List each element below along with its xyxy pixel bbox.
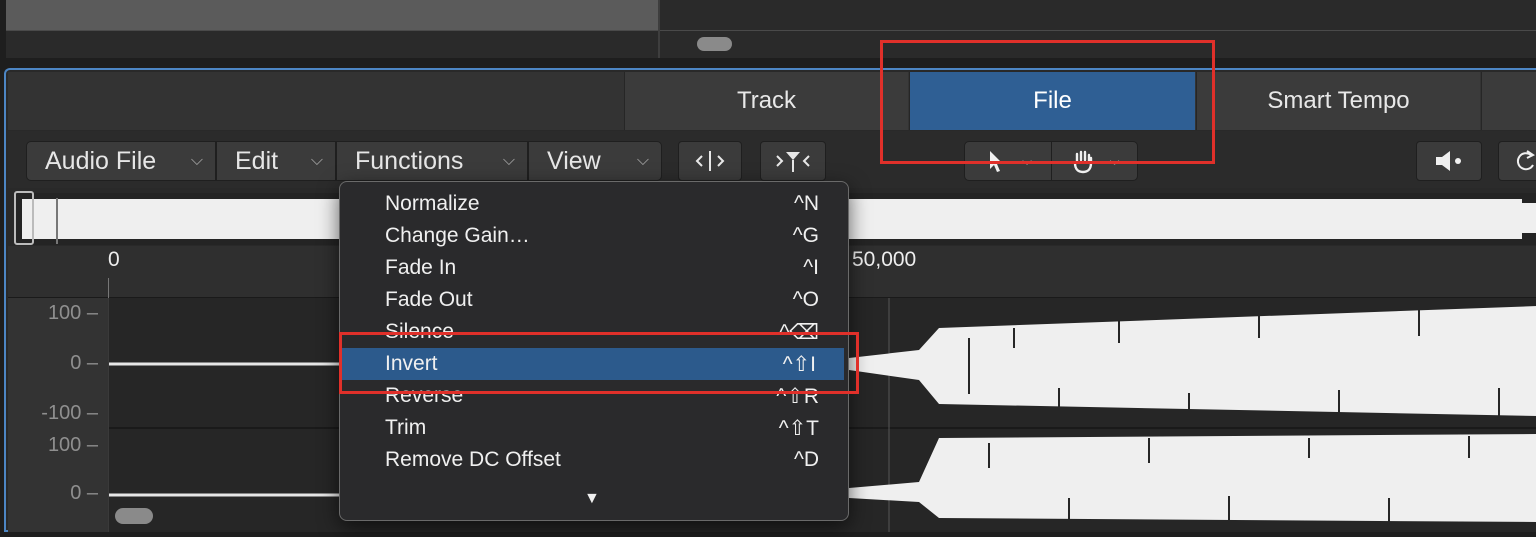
menu-item-label: Trim bbox=[385, 416, 427, 439]
tab-smart-tempo[interactable]: Smart Tempo bbox=[1196, 72, 1480, 130]
playhead-overview bbox=[56, 198, 58, 244]
amp-label: 100 – bbox=[47, 302, 98, 324]
functions-menu[interactable]: Functions ⌵ bbox=[336, 141, 528, 181]
chevron-down-icon: ⌵ bbox=[636, 152, 649, 169]
highlight-box-file-tab bbox=[880, 40, 1215, 164]
menu-item-shortcut: ^I bbox=[803, 256, 819, 279]
menu-item-normalize[interactable]: Normalize ^N bbox=[339, 188, 847, 220]
audio-file-menu[interactable]: Audio File ⌵ bbox=[26, 141, 216, 181]
menu-item-shortcut: ^O bbox=[792, 288, 819, 311]
cycle-icon bbox=[1516, 150, 1535, 171]
highlight-box-invert bbox=[339, 332, 859, 394]
upper-scrollbar[interactable] bbox=[697, 37, 732, 51]
menu-scroll-down-arrow[interactable]: ▼ bbox=[584, 490, 600, 508]
overview-visible-area-handle[interactable] bbox=[14, 191, 34, 245]
ruler-mid-label: 50,000 bbox=[852, 248, 917, 271]
strip-silence-button[interactable] bbox=[760, 141, 826, 181]
amp-label: 0 – bbox=[70, 482, 98, 504]
strip-silence-icon bbox=[776, 152, 810, 172]
edit-menu[interactable]: Edit ⌵ bbox=[216, 141, 336, 181]
menu-item-label: Remove DC Offset bbox=[385, 448, 561, 471]
tab-smart-tempo-label: Smart Tempo bbox=[1267, 87, 1410, 114]
menu-item-remove-dc-offset[interactable]: Remove DC Offset ^D bbox=[339, 444, 847, 476]
menu-item-label: Fade In bbox=[385, 256, 457, 279]
chevron-down-icon: ⌵ bbox=[310, 152, 323, 169]
menu-item-label: Fade Out bbox=[385, 288, 473, 311]
menu-item-fade-out[interactable]: Fade Out ^O bbox=[339, 284, 847, 316]
tab-track-label: Track bbox=[736, 87, 797, 114]
audio-file-menu-label: Audio File bbox=[45, 146, 157, 175]
amp-label: 100 – bbox=[47, 434, 98, 456]
menu-item-fade-in[interactable]: Fade In ^I bbox=[339, 252, 847, 284]
upper-pane-left bbox=[6, 0, 658, 30]
ruler-tick bbox=[108, 278, 109, 298]
menu-item-shortcut: ^G bbox=[792, 224, 819, 247]
split-icon bbox=[695, 151, 725, 171]
upper-pane-right bbox=[660, 0, 1536, 30]
view-menu-label: View bbox=[547, 146, 601, 175]
menu-item-label: Normalize bbox=[385, 192, 480, 215]
tab-track[interactable]: Track bbox=[624, 72, 908, 130]
upper-pane-footer bbox=[6, 30, 1536, 58]
amp-label: -100 – bbox=[41, 402, 98, 424]
chevron-down-icon: ⌵ bbox=[190, 152, 203, 169]
menu-item-shortcut: ^⇧T bbox=[778, 416, 819, 440]
pane-divider[interactable] bbox=[658, 0, 660, 58]
split-button[interactable] bbox=[678, 141, 742, 181]
amp-label: 0 – bbox=[70, 352, 98, 374]
menu-item-label: Change Gain… bbox=[385, 224, 530, 247]
menu-item-shortcut: ^N bbox=[793, 192, 819, 215]
tab-extra[interactable] bbox=[1481, 72, 1536, 130]
edit-menu-label: Edit bbox=[235, 146, 279, 175]
speaker-icon bbox=[1436, 151, 1461, 171]
menu-item-trim[interactable]: Trim ^⇧T bbox=[339, 412, 847, 444]
ruler-start-label: 0 bbox=[108, 248, 120, 271]
view-menu[interactable]: View ⌵ bbox=[528, 141, 662, 181]
menu-item-change-gain[interactable]: Change Gain… ^G bbox=[339, 220, 847, 252]
functions-menu-label: Functions bbox=[355, 146, 464, 175]
speaker-button[interactable] bbox=[1416, 141, 1482, 181]
cycle-button[interactable] bbox=[1498, 141, 1536, 181]
menu-item-shortcut: ^D bbox=[793, 448, 819, 471]
horizontal-scrollbar[interactable] bbox=[115, 508, 153, 524]
chevron-down-icon: ⌵ bbox=[502, 152, 515, 169]
